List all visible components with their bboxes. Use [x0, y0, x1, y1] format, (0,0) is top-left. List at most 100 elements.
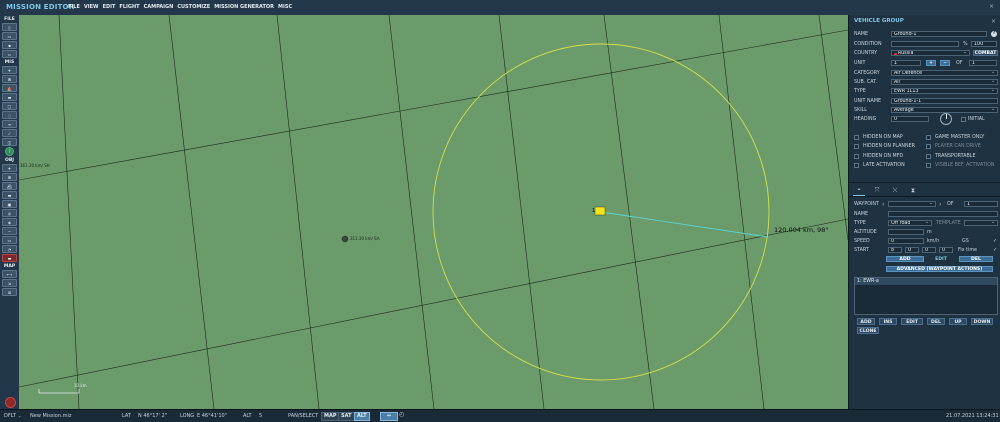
menu-customize[interactable]: CUSTOMIZE — [177, 4, 210, 10]
obj-polygon-icon[interactable]: ▭ — [2, 236, 17, 244]
obj-static-icon[interactable]: ▣ — [2, 200, 17, 208]
condition-slider[interactable] — [891, 41, 959, 47]
combat-button[interactable]: COMBAT — [973, 50, 998, 56]
advanced-waypoint-actions-button[interactable]: ADVANCED (WAYPOINT ACTIONS) — [886, 266, 993, 272]
briefing-icon[interactable]: ≡ — [2, 120, 17, 128]
new-file-icon[interactable]: ▯ — [2, 23, 17, 31]
action-add-button[interactable]: ADD — [857, 318, 875, 325]
template-select[interactable] — [964, 220, 998, 226]
obj-plane-icon[interactable]: ✈ — [2, 164, 17, 172]
action-edit-button[interactable]: EDIT — [901, 318, 923, 325]
close-icon[interactable]: × — [989, 3, 994, 10]
speed-input[interactable]: 0 — [888, 238, 924, 244]
heading-dial-icon[interactable] — [940, 113, 952, 125]
menu-campaign[interactable]: CAMPAIGN — [144, 4, 174, 10]
map-layer-icon[interactable]: ⊞ — [2, 288, 17, 296]
map-ruler-icon[interactable]: ⟷ — [2, 270, 17, 278]
waypoint-delete-button[interactable]: DEL — [959, 256, 993, 262]
visible-before-activation-checkbox[interactable] — [926, 163, 931, 168]
exit-icon[interactable] — [5, 397, 16, 408]
country-select[interactable]: Russia — [891, 50, 970, 56]
obj-line-icon[interactable]: ─ — [2, 227, 17, 235]
map-view-button[interactable]: MAP — [321, 412, 340, 421]
waypoint-add-button[interactable]: ADD — [886, 256, 924, 262]
category-select[interactable]: Air Defence — [891, 70, 998, 76]
summary-tab-icon[interactable]: ⧗ — [907, 187, 919, 195]
waypoint-marker-icon[interactable] — [341, 235, 349, 243]
waypoint-prev-icon[interactable]: ‹ — [882, 201, 884, 208]
list-item[interactable]: 1: EWR-a — [855, 278, 997, 285]
obj-delete-icon[interactable]: ▬ — [2, 254, 17, 262]
game-master-only-checkbox[interactable] — [926, 135, 931, 140]
menu-view[interactable]: VIEW — [84, 4, 99, 10]
action-insert-button[interactable]: INS — [879, 318, 897, 325]
waypoint-next-icon[interactable]: › — [939, 201, 941, 208]
remove-unit-button[interactable]: − — [940, 60, 950, 66]
mode-dropdown-icon[interactable]: ⌄ — [18, 413, 21, 418]
menu-edit[interactable]: EDIT — [103, 4, 116, 10]
obj-zone-icon[interactable]: ◎ — [2, 209, 17, 217]
obj-ground-icon[interactable]: ▬ — [2, 191, 17, 199]
clock-icon[interactable]: ◴ — [399, 411, 404, 418]
pan-select-label[interactable]: PAN/SELECT — [288, 413, 318, 419]
hidden-on-planner-checkbox[interactable] — [854, 144, 859, 149]
obj-multi-icon[interactable]: ◔ — [2, 245, 17, 253]
static-object-icon[interactable]: ▢ — [2, 102, 17, 110]
waypoint-name-input[interactable] — [888, 211, 998, 217]
checklist-icon[interactable]: ✓ — [2, 129, 17, 137]
late-activation-checkbox[interactable] — [854, 163, 859, 168]
action-clone-button[interactable]: CLONE — [857, 327, 879, 334]
heading-input[interactable]: 0 — [891, 116, 929, 122]
route-tab-icon[interactable]: ⌃ — [853, 187, 865, 196]
obj-nav-icon[interactable]: ◈ — [2, 218, 17, 226]
group-name-input[interactable]: Ground-1 — [891, 31, 987, 37]
payload-tab-icon[interactable]: ⤬ — [889, 187, 901, 195]
unit-name-input[interactable]: Ground-1-1 — [891, 98, 998, 104]
actions-list[interactable]: 1: EWR-a — [854, 277, 998, 315]
menu-misc[interactable]: MISC — [278, 4, 292, 10]
transportable-checkbox[interactable] — [926, 154, 931, 159]
targets-tab-icon[interactable]: ⤧ — [871, 187, 883, 195]
player-can-drive-checkbox[interactable] — [926, 144, 931, 149]
map-view[interactable]: 1 120.004 km, 98° 311.30 km/ SA 361.30 k… — [19, 15, 848, 409]
start-seconds-input[interactable]: 0 — [922, 247, 936, 253]
hidden-on-mfd-checkbox[interactable] — [854, 154, 859, 159]
helicopter-icon[interactable]: ⌘ — [2, 75, 17, 83]
mode-select[interactable]: DFLT — [4, 413, 16, 419]
speed-lock-check-icon[interactable]: ✓ — [993, 238, 997, 244]
start-minutes-input[interactable]: 0 — [905, 247, 919, 253]
condition-input[interactable]: 100 — [971, 41, 997, 47]
vehicle-icon[interactable]: ▬ — [2, 93, 17, 101]
menu-mission-generator[interactable]: MISSION GENERATOR — [214, 4, 274, 10]
ship-icon[interactable]: ⛵ — [2, 84, 17, 92]
waypoint-edit-button[interactable]: EDIT — [926, 256, 956, 262]
save-file-icon[interactable]: ▪ — [2, 41, 17, 49]
subcategory-select[interactable]: All — [891, 79, 998, 85]
add-unit-button[interactable]: + — [926, 60, 936, 66]
initial-checkbox[interactable] — [961, 117, 966, 122]
map-zoom-icon[interactable]: ⇲ — [2, 279, 17, 287]
options-icon[interactable]: ◫ — [2, 138, 17, 146]
panel-close-icon[interactable]: × — [991, 18, 996, 25]
save-as-icon[interactable]: ▫ — [2, 50, 17, 58]
ruler-icon[interactable]: ⇔ — [380, 412, 398, 421]
map-canvas[interactable] — [19, 15, 848, 409]
type-select[interactable]: EWR 1L13 — [891, 88, 998, 94]
hidden-on-map-checkbox[interactable] — [854, 135, 859, 140]
ground-unit-icon[interactable] — [594, 206, 606, 216]
help-icon[interactable]: ? — [5, 147, 14, 156]
satellite-view-button[interactable]: SAT — [338, 412, 355, 421]
help-icon[interactable]: ? — [991, 31, 997, 37]
unit-input[interactable]: 1 — [891, 60, 921, 66]
alt-view-button[interactable]: ALT — [354, 412, 370, 421]
start-day-input[interactable]: 0 — [939, 247, 953, 253]
airplane-icon[interactable]: ✈ — [2, 66, 17, 74]
waypoint-type-select[interactable]: Off road — [888, 220, 932, 226]
obj-ship-icon[interactable]: ⛴ — [2, 182, 17, 190]
fix-time-check-icon[interactable]: ✓ — [993, 247, 997, 253]
action-up-button[interactable]: UP — [949, 318, 967, 325]
menu-flight[interactable]: FLIGHT — [119, 4, 139, 10]
obj-heli-icon[interactable]: ⌘ — [2, 173, 17, 181]
action-delete-button[interactable]: DEL — [927, 318, 945, 325]
open-file-icon[interactable]: ▭ — [2, 32, 17, 40]
